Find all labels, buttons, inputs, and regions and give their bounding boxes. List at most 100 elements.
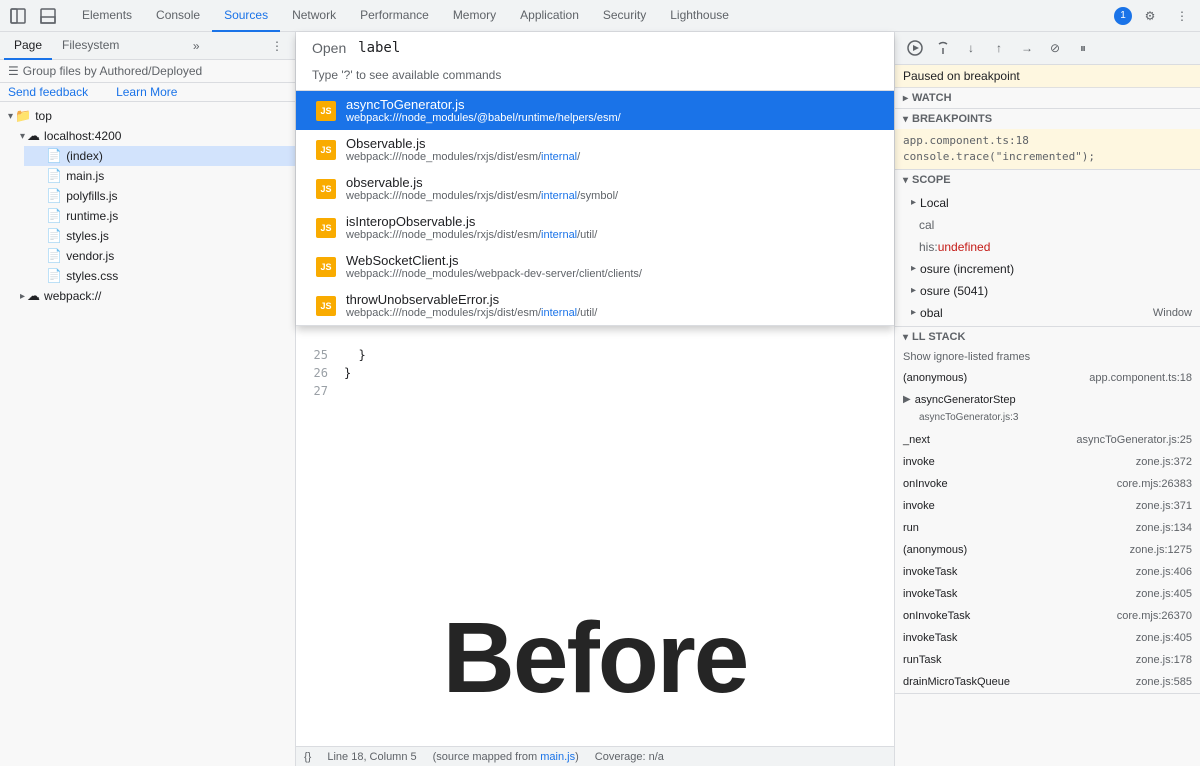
stack-item-oninvoketask[interactable]: onInvokeTask core.mjs:26370 — [895, 605, 1200, 627]
tab-page[interactable]: Page — [4, 32, 52, 60]
tree-item-localhost[interactable]: ▾ ☁ localhost:4200 — [12, 126, 295, 146]
stack-item-anonymous[interactable]: (anonymous) app.component.ts:18 — [895, 367, 1200, 389]
stack-expand-arrow: ▶ — [903, 391, 911, 409]
scope-item-local[interactable]: ▸ Local — [895, 192, 1200, 214]
result-item-0[interactable]: JS asyncToGenerator.js webpack:///node_m… — [296, 91, 894, 130]
send-feedback-link[interactable]: Send feedback — [8, 85, 88, 99]
breakpoint-code-snippet: app.component.ts:18 console.trace("incre… — [895, 129, 1200, 169]
stack-item-asyncgenerator[interactable]: ▶ asyncGeneratorStep asyncToGenerator.js… — [895, 389, 1200, 429]
dock-icon[interactable] — [4, 2, 32, 30]
result-icon-1: JS — [316, 140, 336, 160]
watch-header[interactable]: ▸ Watch — [895, 88, 1200, 108]
tab-filesystem[interactable]: Filesystem — [52, 32, 129, 60]
stack-item-runtask[interactable]: runTask zone.js:178 — [895, 649, 1200, 671]
source-map-link[interactable]: main.js — [540, 751, 575, 763]
stack-item-location-invoke-2: zone.js:371 — [1136, 497, 1192, 515]
more-icon[interactable]: ⋮ — [1168, 2, 1196, 30]
result-item-3[interactable]: JS isInteropObservable.js webpack:///nod… — [296, 208, 894, 247]
step-over-button[interactable] — [931, 36, 955, 60]
call-stack-header[interactable]: ▾ ll Stack — [895, 327, 1200, 347]
js-file-icon-main: 📄 — [46, 168, 62, 184]
tab-lighthouse[interactable]: Lighthouse — [658, 0, 741, 32]
stack-item-invoketask-2[interactable]: invokeTask zone.js:405 — [895, 583, 1200, 605]
tree-item-styles-js[interactable]: 📄 styles.js — [24, 226, 295, 246]
tab-performance[interactable]: Performance — [348, 0, 441, 32]
learn-more-link[interactable]: Learn More — [116, 85, 177, 99]
tree-item-vendor[interactable]: 📄 vendor.js — [24, 246, 295, 266]
stack-item-oninvoke[interactable]: onInvoke core.mjs:26383 — [895, 473, 1200, 495]
stack-item-location-invoketask-3: zone.js:405 — [1136, 629, 1192, 647]
stack-item-name-invoketask-3: invokeTask — [903, 629, 957, 647]
tab-network[interactable]: Network — [280, 0, 348, 32]
js-file-icon-vendor: 📄 — [46, 248, 62, 264]
tab-memory[interactable]: Memory — [441, 0, 508, 32]
tab-elements[interactable]: Elements — [70, 0, 144, 32]
result-item-4[interactable]: JS WebSocketClient.js webpack:///node_mo… — [296, 247, 894, 286]
code-area: 25 26 27 } } Before — [296, 342, 894, 746]
stack-item-invoke-1[interactable]: invoke zone.js:372 — [895, 451, 1200, 473]
scope-item-this: his: undefined — [895, 236, 1200, 258]
quick-open-results: JS asyncToGenerator.js webpack:///node_m… — [296, 91, 894, 325]
result-item-1[interactable]: JS Observable.js webpack:///node_modules… — [296, 130, 894, 169]
tree-item-runtime[interactable]: 📄 runtime.js — [24, 206, 295, 226]
deactivate-button[interactable]: ⊘ — [1043, 36, 1067, 60]
tree-item-index[interactable]: 📄 (index) — [24, 146, 295, 166]
tree-item-main-js[interactable]: 📄 main.js — [24, 166, 295, 186]
quick-open-hint: Type '?' to see available commands — [296, 64, 894, 90]
scope-header[interactable]: ▾ Scope — [895, 170, 1200, 190]
breakpoints-label: Breakpoints — [912, 113, 992, 125]
scope-item-global[interactable]: ▸ obal Window — [895, 302, 1200, 324]
stack-item-location-invoke-1: zone.js:372 — [1136, 453, 1192, 471]
result-item-5[interactable]: JS throwUnobservableError.js webpack:///… — [296, 286, 894, 325]
result-filename-5: throwUnobservableError.js — [346, 292, 878, 307]
stack-item-invoke-2[interactable]: invoke zone.js:371 — [895, 495, 1200, 517]
tree-label-top: top — [35, 109, 52, 123]
breakpoints-header[interactable]: ▾ Breakpoints — [895, 109, 1200, 129]
tab-sources[interactable]: Sources — [212, 0, 280, 32]
stack-item-invoketask-1[interactable]: invokeTask zone.js:406 — [895, 561, 1200, 583]
tab-console[interactable]: Console — [144, 0, 212, 32]
paused-banner: Paused on breakpoint — [895, 65, 1200, 88]
result-path-highlight-3: internal — [541, 229, 577, 241]
stack-item-run[interactable]: run zone.js:134 — [895, 517, 1200, 539]
scope-item-closure-increment[interactable]: ▸ osure (increment) — [895, 258, 1200, 280]
stack-item-location-next: asyncToGenerator.js:25 — [1076, 431, 1192, 449]
scope-item-closure-5041[interactable]: ▸ osure (5041) — [895, 280, 1200, 302]
resume-button[interactable] — [903, 36, 927, 60]
step-button[interactable]: → — [1015, 36, 1039, 60]
scope-item-label-closure1: osure (increment) — [920, 260, 1014, 278]
status-bar: {} Line 18, Column 5 (source mapped from… — [296, 746, 894, 766]
result-path-highlight-1: internal — [541, 151, 577, 163]
format-button[interactable]: {} — [304, 751, 311, 763]
stack-item-invoketask-3[interactable]: invokeTask zone.js:405 — [895, 627, 1200, 649]
tree-item-styles-css[interactable]: 📄 styles.css — [24, 266, 295, 286]
code-line-26: } — [336, 364, 894, 382]
stack-asyncgenerator-detail: asyncToGenerator.js:3 — [903, 409, 1019, 427]
stack-item-drainmicrotask[interactable]: drainMicroTaskQueue zone.js:585 — [895, 671, 1200, 693]
settings-icon[interactable]: ⚙ — [1136, 2, 1164, 30]
breakpoints-arrow: ▾ — [903, 114, 908, 125]
tree-item-top[interactable]: ▾ 📁 top — [0, 106, 295, 126]
tab-security[interactable]: Security — [591, 0, 658, 32]
stack-item-next[interactable]: _next asyncToGenerator.js:25 — [895, 429, 1200, 451]
stack-item-name-run: run — [903, 519, 919, 537]
stack-item-name-invoke-1: invoke — [903, 453, 935, 471]
result-item-2[interactable]: JS observable.js webpack:///node_modules… — [296, 169, 894, 208]
pause-button[interactable]: ⏸ — [1071, 36, 1095, 60]
cloud-icon-webpack: ☁ — [27, 288, 40, 304]
quick-open-input[interactable]: label — [358, 40, 400, 56]
tree-arrow-top: ▾ — [8, 111, 13, 122]
tab-application[interactable]: Application — [508, 0, 591, 32]
scope-item-arrow-closure2: ▸ — [911, 282, 916, 300]
stack-item-name-anonymous-2: (anonymous) — [903, 541, 967, 559]
tree-item-webpack[interactable]: ▸ ☁ webpack:// — [12, 286, 295, 306]
stack-item-location-oninvoketask: core.mjs:26370 — [1117, 607, 1192, 625]
step-out-button[interactable]: ↑ — [987, 36, 1011, 60]
undock-icon[interactable] — [34, 2, 62, 30]
step-into-button[interactable]: ↓ — [959, 36, 983, 60]
show-ignored-frames[interactable]: Show ignore-listed frames — [895, 347, 1200, 367]
tree-item-polyfills[interactable]: 📄 polyfills.js — [24, 186, 295, 206]
stack-item-anonymous-2[interactable]: (anonymous) zone.js:1275 — [895, 539, 1200, 561]
panel-more-options[interactable]: ⋮ — [263, 32, 291, 60]
panel-tab-more[interactable]: » — [189, 39, 204, 53]
